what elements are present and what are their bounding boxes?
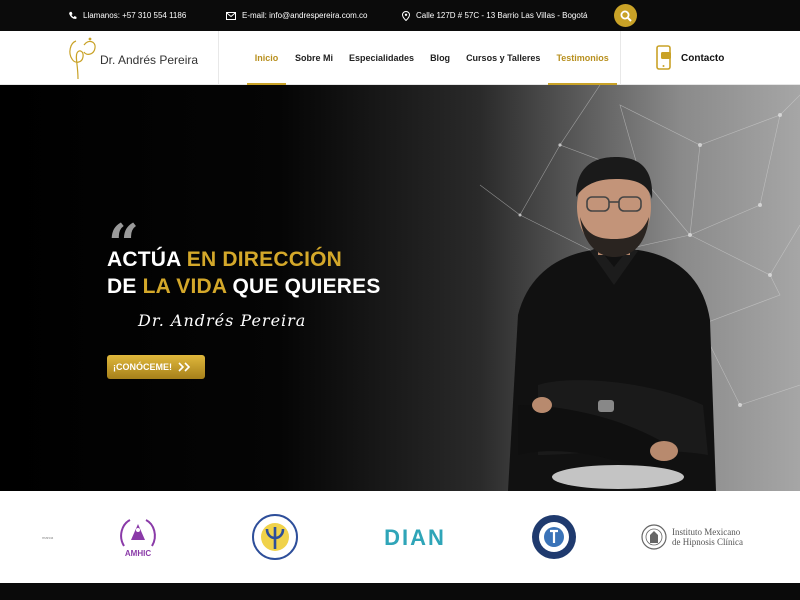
nav-label: Sobre Mi (295, 53, 334, 63)
envelope-icon (226, 11, 236, 20)
address-info[interactable]: Calle 127D # 57C - 13 Barrio Las Villas … (402, 0, 588, 31)
dian-text: DIAN (384, 525, 446, 550)
divider (218, 31, 219, 85)
bottom-dark-band (0, 583, 800, 600)
search-icon (620, 10, 632, 22)
imhc-line-1: Instituto Mexicano (672, 527, 741, 537)
nav-item-cursos-y-talleres[interactable]: Cursos y Talleres (458, 31, 548, 85)
headline-gold: EN DIRECCIÓN (186, 248, 343, 271)
hero-banner: “ ACTÚA EN DIRECCIÓN DE LA VIDA QUE QUIE… (0, 85, 800, 491)
doctor-portrait (508, 157, 716, 491)
double-chevron-right-icon (178, 362, 191, 372)
phone-text: Llamanos: +57 310 554 1186 (83, 11, 187, 20)
imhc-seal-icon (641, 524, 667, 550)
dian-logo[interactable]: DIAN (360, 523, 470, 553)
small-caption: marca (42, 535, 54, 540)
contact-link[interactable]: Contacto (655, 43, 724, 73)
hero-headline: ACTÚA EN DIRECCIÓN DE LA VIDA QUE QUIERE… (107, 246, 381, 300)
psychology-association-logo[interactable] (250, 509, 300, 565)
phone-info[interactable]: Llamanos: +57 310 554 1186 (68, 0, 186, 31)
email-text: E-mail: info@andrespereira.com.co (242, 11, 368, 20)
imhc-line-2: de Hipnosis Clínica (672, 537, 743, 547)
search-button[interactable] (614, 4, 637, 27)
headline-gold: LA VIDA (142, 275, 227, 298)
psi-seal-icon (252, 514, 298, 560)
top-bar: Llamanos: +57 310 554 1186 E-mail: info@… (0, 0, 800, 31)
nav-item-especialidades[interactable]: Especialidades (341, 31, 422, 85)
nav-label: Especialidades (349, 53, 415, 63)
amhic-emblem-icon (120, 519, 156, 547)
headline-line-2: DE LA VIDA QUE QUIERES (107, 273, 381, 300)
logo-mark-icon (69, 37, 96, 80)
map-pin-icon (402, 10, 410, 21)
professional-institute-logo[interactable] (528, 511, 580, 563)
signature: Dr. Andrés Pereira (138, 311, 307, 330)
headline-white: ACTÚA (107, 248, 181, 271)
nav-label: Testimonios (556, 53, 609, 63)
imhc-text: Instituto Mexicano de Hipnosis Clínica (672, 527, 743, 547)
conoceme-button[interactable]: ¡CONÓCEME! (107, 355, 205, 379)
main-nav: Inicio Sobre Mi Especialidades Blog Curs… (247, 31, 617, 86)
phone-icon (69, 11, 77, 19)
contact-label: Contacto (681, 52, 725, 64)
nav-item-inicio[interactable]: Inicio (247, 31, 286, 86)
cta-label: ¡CONÓCEME! (113, 362, 172, 372)
nav-label: Inicio (254, 53, 279, 63)
nav-item-sobre-mi[interactable]: Sobre Mi (287, 31, 341, 85)
imhc-logo[interactable]: Instituto Mexicano de Hipnosis Clínica (640, 521, 750, 553)
headline-white: QUE QUIERES (232, 275, 381, 298)
amhic-logo[interactable]: AMHIC (110, 513, 166, 563)
nav-item-testimonios[interactable]: Testimonios (548, 31, 617, 86)
divider (620, 31, 621, 85)
address-text: Calle 127D # 57C - 13 Barrio Las Villas … (416, 11, 588, 20)
nav-label: Blog (430, 53, 451, 63)
institute-seal-icon (532, 515, 576, 559)
chat-phone-icon (656, 45, 671, 70)
headline-white: DE (107, 275, 137, 298)
email-info[interactable]: E-mail: info@andrespereira.com.co (226, 0, 368, 31)
site-logo[interactable]: Dr. Andrés Pereira (66, 35, 206, 81)
logo-text: Dr. Andrés Pereira (100, 53, 199, 67)
partner-logos: marca AMHIC DIAN Instituto Mexicano de H… (0, 491, 800, 583)
nav-label: Cursos y Talleres (466, 53, 541, 63)
amhic-text: AMHIC (124, 549, 152, 558)
main-header: Dr. Andrés Pereira Inicio Sobre Mi Espec… (0, 31, 800, 86)
nav-item-blog[interactable]: Blog (422, 31, 458, 85)
headline-line-1: ACTÚA EN DIRECCIÓN (107, 246, 381, 273)
